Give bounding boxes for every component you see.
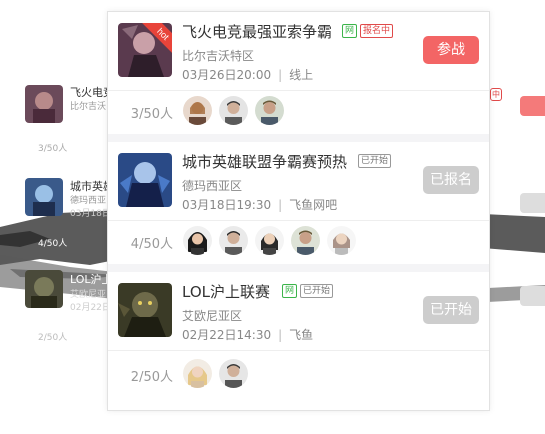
match-tags: 已开始 (358, 154, 392, 168)
match-date: 02月22日14:30 (182, 328, 272, 342)
background-status-badge: 中 (490, 88, 502, 101)
background-card-count: 4/50人 (38, 239, 68, 249)
online-tag: 网 (342, 24, 358, 38)
game-thumbnail-icon (25, 178, 63, 216)
participants-row: 4/50人 (108, 221, 489, 263)
divider: | (278, 328, 283, 342)
avatar-man-icon[interactable] (219, 226, 248, 255)
match-date: 03月18日19:30 (182, 198, 272, 212)
match-venue: 飞鱼 (289, 328, 314, 342)
avatar-woman-icon[interactable] (255, 226, 284, 255)
game-thumbnail-icon: hot (118, 23, 172, 77)
match-card[interactable]: LOL沪上联赛 网 已开始 艾欧尼亚区 02月22日14:30 | 飞鱼 已开始 2… (108, 272, 489, 408)
participant-avatars (183, 96, 284, 125)
match-region: 比尔吉沃特区 (182, 49, 255, 63)
participants-row: 3/50人 (108, 91, 489, 133)
game-thumbnail-icon (25, 270, 63, 308)
status-badge: 已开始 (300, 284, 334, 298)
match-date: 03月26日20:00 (182, 68, 272, 82)
background-button (520, 286, 545, 306)
match-tags: 网 报名中 (342, 24, 394, 38)
participant-count: 4/50人 (130, 237, 173, 252)
match-title[interactable]: 城市英雄联盟争霸赛预热 (182, 151, 347, 172)
avatar-man-icon[interactable] (291, 226, 320, 255)
match-time-place: 02月22日14:30 | 飞鱼 (182, 326, 313, 343)
participant-count: 3/50人 (130, 107, 173, 122)
divider (108, 134, 489, 142)
background-card-area: 德玛西亚 (70, 196, 107, 206)
join-button[interactable]: 参战 (423, 36, 479, 64)
match-info-row: LOL沪上联赛 网 已开始 艾欧尼亚区 02月22日14:30 | 飞鱼 已开始 (108, 272, 489, 351)
background-card-area: 比尔吉沃 (70, 102, 107, 112)
background-button (520, 193, 545, 213)
match-list-panel: hot 飞火电竞最强亚索争霸 网 报名中 比尔吉沃特区 03月26日20:00 |… (107, 11, 490, 411)
background-card-area: 艾欧尼亚 (70, 290, 107, 300)
match-venue: 飞鱼网吧 (289, 198, 338, 212)
match-tags: 网 已开始 (282, 284, 334, 298)
avatar-woman-icon[interactable] (327, 226, 356, 255)
background-button (520, 96, 545, 116)
match-title[interactable]: LOL沪上联赛 (182, 281, 270, 302)
online-tag: 网 (282, 284, 298, 298)
participant-count: 2/50人 (130, 370, 173, 385)
status-badge: 已开始 (358, 154, 392, 168)
avatar-man-icon[interactable] (219, 359, 248, 388)
match-venue: 线上 (289, 68, 314, 82)
background-card-date: 03月18日 (70, 209, 111, 219)
game-thumbnail-icon (118, 153, 172, 207)
avatar-woman-icon[interactable] (183, 226, 212, 255)
status-badge: 报名中 (360, 24, 394, 38)
match-region: 德玛西亚区 (182, 179, 243, 193)
background-card-date: 02月22日 (70, 303, 111, 313)
divider (108, 264, 489, 272)
game-thumbnail-icon (25, 85, 63, 123)
match-time-place: 03月18日19:30 | 飞鱼网吧 (182, 196, 337, 213)
participant-avatars (183, 226, 356, 255)
background-card-count: 3/50人 (38, 144, 68, 154)
divider: | (278, 198, 283, 212)
background-card-count: 2/50人 (38, 333, 68, 343)
match-card[interactable]: hot 飞火电竞最强亚索争霸 网 报名中 比尔吉沃特区 03月26日20:00 |… (108, 12, 489, 134)
avatar-woman-icon[interactable] (183, 359, 212, 388)
match-time-place: 03月26日20:00 | 线上 (182, 66, 313, 83)
match-region: 艾欧尼亚区 (182, 309, 243, 323)
match-title[interactable]: 飞火电竞最强亚索争霸 (182, 21, 332, 42)
avatar-man-icon[interactable] (255, 96, 284, 125)
registered-button[interactable]: 已报名 (423, 166, 479, 194)
divider: | (278, 68, 283, 82)
participant-avatars (183, 359, 248, 388)
match-card[interactable]: 城市英雄联盟争霸赛预热 已开始 德玛西亚区 03月18日19:30 | 飞鱼网吧 已… (108, 142, 489, 264)
match-info-row: hot 飞火电竞最强亚索争霸 网 报名中 比尔吉沃特区 03月26日20:00 |… (108, 12, 489, 91)
avatar-man-icon[interactable] (219, 96, 248, 125)
match-info-row: 城市英雄联盟争霸赛预热 已开始 德玛西亚区 03月18日19:30 | 飞鱼网吧 已… (108, 142, 489, 221)
participants-row: 2/50人 (108, 354, 489, 396)
game-thumbnail-icon (118, 283, 172, 337)
started-button[interactable]: 已开始 (423, 296, 479, 324)
avatar-woman-icon[interactable] (183, 96, 212, 125)
